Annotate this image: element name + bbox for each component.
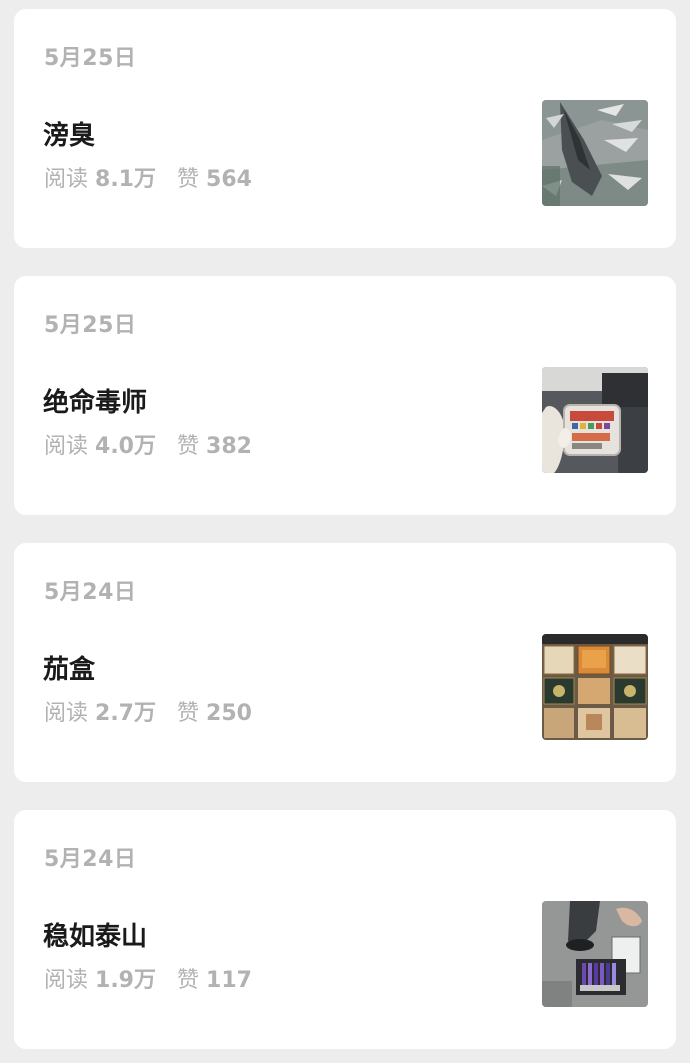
like-label: 赞: [177, 434, 200, 459]
like-count: 382: [206, 434, 252, 459]
like-count: 564: [206, 167, 252, 192]
article-title[interactable]: 茄盒: [43, 649, 95, 686]
read-count: 2.7万: [95, 701, 156, 726]
article-date: 5月24日: [44, 580, 137, 605]
article-card[interactable]: 5月25日 绝命毒师 阅读 4.0万 赞 382: [14, 276, 676, 515]
article-title[interactable]: 绝命毒师: [43, 382, 147, 419]
article-date: 5月25日: [44, 313, 137, 338]
read-label: 阅读: [44, 701, 89, 726]
article-title[interactable]: 稳如泰山: [43, 916, 147, 953]
article-date: 5月24日: [44, 847, 137, 872]
read-label: 阅读: [44, 434, 89, 459]
article-card[interactable]: 5月24日 稳如泰山 阅读 1.9万 赞 117: [14, 810, 676, 1049]
article-stats: 阅读 4.0万 赞 382: [44, 428, 252, 460]
luggage-inspection-photo-thumbnail[interactable]: [542, 901, 648, 1007]
read-count: 1.9万: [95, 968, 156, 993]
article-date: 5月25日: [44, 46, 137, 71]
like-count: 117: [206, 968, 252, 993]
article-feed: 5月25日 滂臭 阅读 8.1万 赞 564 5月25日 绝命毒师 阅读 4.0…: [0, 0, 690, 1063]
like-label: 赞: [177, 701, 200, 726]
article-stats: 阅读 2.7万 赞 250: [44, 695, 252, 727]
article-stats: 阅读 1.9万 赞 117: [44, 962, 252, 994]
read-count: 4.0万: [95, 434, 156, 459]
article-title[interactable]: 滂臭: [43, 115, 95, 152]
cigar-boxes-photo-thumbnail[interactable]: [542, 634, 648, 740]
read-label: 阅读: [44, 968, 89, 993]
article-card[interactable]: 5月24日 茄盒 阅读 2.7万 赞 250: [14, 543, 676, 782]
shark-fins-photo-thumbnail[interactable]: [542, 100, 648, 206]
like-count: 250: [206, 701, 252, 726]
article-stats: 阅读 8.1万 赞 564: [44, 161, 252, 193]
gloved-hand-container-photo-thumbnail[interactable]: [542, 367, 648, 473]
read-count: 8.1万: [95, 167, 156, 192]
read-label: 阅读: [44, 167, 89, 192]
like-label: 赞: [177, 968, 200, 993]
article-card[interactable]: 5月25日 滂臭 阅读 8.1万 赞 564: [14, 9, 676, 248]
like-label: 赞: [177, 167, 200, 192]
